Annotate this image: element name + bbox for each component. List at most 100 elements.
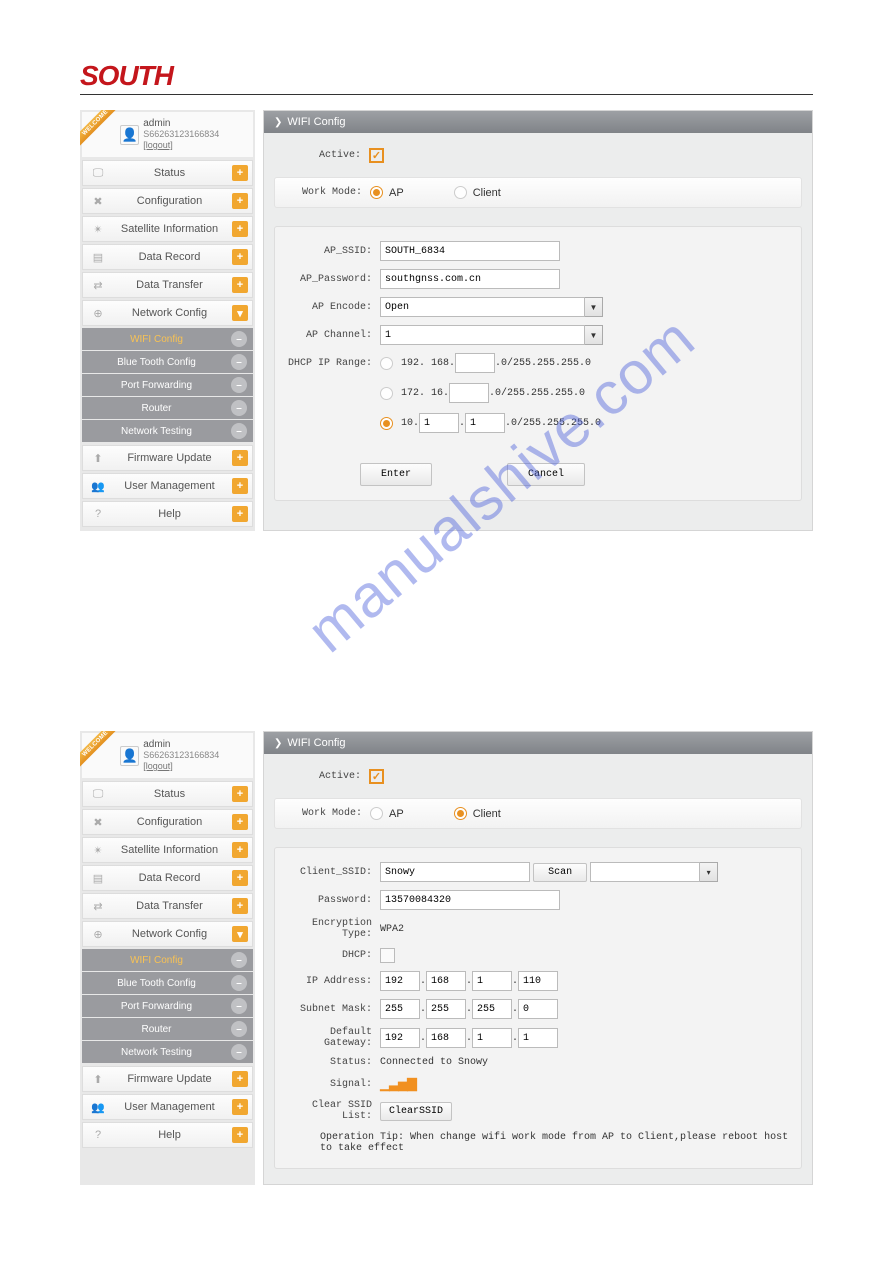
enter-button[interactable]: Enter [360, 463, 432, 486]
subnav-router[interactable]: Router– [82, 1018, 253, 1040]
nav-configuration[interactable]: ✖Configuration+ [82, 809, 253, 835]
dropdown-icon[interactable]: ▾ [700, 862, 718, 882]
subnav-wifi[interactable]: WIFI Config– [82, 328, 253, 350]
status-label: Status: [285, 1057, 380, 1068]
dhcp-radio-3[interactable] [380, 417, 393, 430]
expand-icon: + [232, 165, 248, 181]
nav-status[interactable]: 🖵Status+ [82, 781, 253, 807]
ip-oct-4[interactable] [518, 971, 558, 991]
nav-label-fw: Firmware Update [107, 1073, 232, 1085]
gw-oct-1[interactable] [380, 1028, 420, 1048]
ip-oct-1[interactable] [380, 971, 420, 991]
nav-datatransfer[interactable]: ⇄Data Transfer+ [82, 893, 253, 919]
user-id: S66263123166834 [143, 129, 219, 139]
nav-networkconfig[interactable]: ⊕Network Config▾ [82, 300, 253, 326]
nav-firmware[interactable]: ⬆Firmware Update+ [82, 1066, 253, 1092]
subnav-wifi[interactable]: WIFI Config– [82, 949, 253, 971]
subnav-bluetooth[interactable]: Blue Tooth Config– [82, 972, 253, 994]
ssid-list-select[interactable] [590, 862, 700, 882]
clientpwd-label: Password: [285, 895, 380, 906]
nav-datarecord[interactable]: ▤Data Record+ [82, 244, 253, 270]
apencode-select[interactable] [380, 297, 585, 317]
expand-icon: + [232, 249, 248, 265]
globe-icon: ⊕ [89, 928, 107, 941]
expand-icon: + [232, 842, 248, 858]
nav-configuration[interactable]: ✖Configuration+ [82, 188, 253, 214]
minus-icon: – [231, 975, 247, 991]
gw-oct-2[interactable] [426, 1028, 466, 1048]
calendar-icon: ▤ [89, 251, 107, 264]
expand-icon: + [232, 814, 248, 830]
scan-button[interactable]: Scan [533, 863, 587, 882]
subnav-label: WIFI Config [82, 334, 231, 345]
subnav-router[interactable]: Router– [82, 397, 253, 419]
chevron-right-icon: ❯ [274, 738, 282, 749]
nav-status[interactable]: 🖵Status+ [82, 160, 253, 186]
nav-firmware[interactable]: ⬆Firmware Update+ [82, 445, 253, 471]
dhcp-oct-3a[interactable] [419, 413, 459, 433]
logout-link[interactable]: [logout] [143, 761, 173, 771]
radio-client[interactable]: Client [454, 186, 501, 199]
content-header: ❯WIFI Config [264, 732, 812, 754]
expand-icon: + [232, 786, 248, 802]
logout-link[interactable]: [logout] [143, 140, 173, 150]
minus-icon: – [231, 1044, 247, 1060]
active-checkbox[interactable]: ✓ [369, 148, 384, 163]
mask-oct-3[interactable] [472, 999, 512, 1019]
dhcp-oct-3b[interactable] [465, 413, 505, 433]
dhcp-radio-2[interactable] [380, 387, 393, 400]
dhcp-text: .0/255.255.255.0 [505, 418, 601, 429]
clientpwd-input[interactable] [380, 890, 560, 910]
minus-icon: – [231, 377, 247, 393]
mask-label: Subnet Mask: [285, 1004, 380, 1015]
radio-ap[interactable]: AP [370, 186, 404, 199]
dhcp-oct-2[interactable] [449, 383, 489, 403]
nav-usermgmt[interactable]: 👥User Management+ [82, 473, 253, 499]
cancel-button[interactable]: Cancel [507, 463, 585, 486]
nav-satellite[interactable]: ✴Satellite Information+ [82, 837, 253, 863]
content-title: WIFI Config [287, 116, 345, 128]
ip-oct-2[interactable] [426, 971, 466, 991]
dropdown-icon[interactable]: ▼ [585, 297, 603, 317]
nav-datarecord[interactable]: ▤Data Record+ [82, 865, 253, 891]
radio-ap[interactable]: AP [370, 807, 404, 820]
subnav-portfw[interactable]: Port Forwarding– [82, 374, 253, 396]
ap-settings-box: AP_SSID: AP_Password: AP Encode:▼ AP Cha… [274, 226, 802, 501]
dhcp-checkbox[interactable] [380, 948, 395, 963]
satellite-icon: ✴ [89, 844, 107, 857]
minus-icon: – [231, 354, 247, 370]
nav-help[interactable]: ?Help+ [82, 1122, 253, 1148]
nav-help[interactable]: ?Help+ [82, 501, 253, 527]
appwd-input[interactable] [380, 269, 560, 289]
gw-oct-3[interactable] [472, 1028, 512, 1048]
subnav-label: Router [82, 403, 231, 414]
apchannel-select[interactable] [380, 325, 585, 345]
mask-oct-2[interactable] [426, 999, 466, 1019]
subnav-portfw[interactable]: Port Forwarding– [82, 995, 253, 1017]
expand-icon: + [232, 506, 248, 522]
dhcp-radio-1[interactable] [380, 357, 393, 370]
nav-networkconfig[interactable]: ⊕Network Config▾ [82, 921, 253, 947]
expand-icon: + [232, 870, 248, 886]
nav-satellite[interactable]: ✴Satellite Information+ [82, 216, 253, 242]
mask-oct-1[interactable] [380, 999, 420, 1019]
mask-oct-4[interactable] [518, 999, 558, 1019]
sidebar: WELCOME 👤 admin S66263123166834 [logout]… [80, 110, 255, 531]
clearssid-button[interactable]: ClearSSID [380, 1102, 452, 1121]
radio-client[interactable]: Client [454, 807, 501, 820]
nav-usermgmt[interactable]: 👥User Management+ [82, 1094, 253, 1120]
subnav-nettest[interactable]: Network Testing– [82, 1041, 253, 1063]
apssid-input[interactable] [380, 241, 560, 261]
clientssid-input[interactable] [380, 862, 530, 882]
dropdown-icon[interactable]: ▼ [585, 325, 603, 345]
nav-datatransfer[interactable]: ⇄Data Transfer+ [82, 272, 253, 298]
gw-oct-4[interactable] [518, 1028, 558, 1048]
ip-oct-3[interactable] [472, 971, 512, 991]
apssid-label: AP_SSID: [285, 246, 380, 257]
subnav-nettest[interactable]: Network Testing– [82, 420, 253, 442]
active-checkbox[interactable]: ✓ [369, 769, 384, 784]
subnav-bluetooth[interactable]: Blue Tooth Config– [82, 351, 253, 373]
nav-label-status: Status [107, 788, 232, 800]
nav-label-help: Help [107, 508, 232, 520]
dhcp-oct-1[interactable] [455, 353, 495, 373]
